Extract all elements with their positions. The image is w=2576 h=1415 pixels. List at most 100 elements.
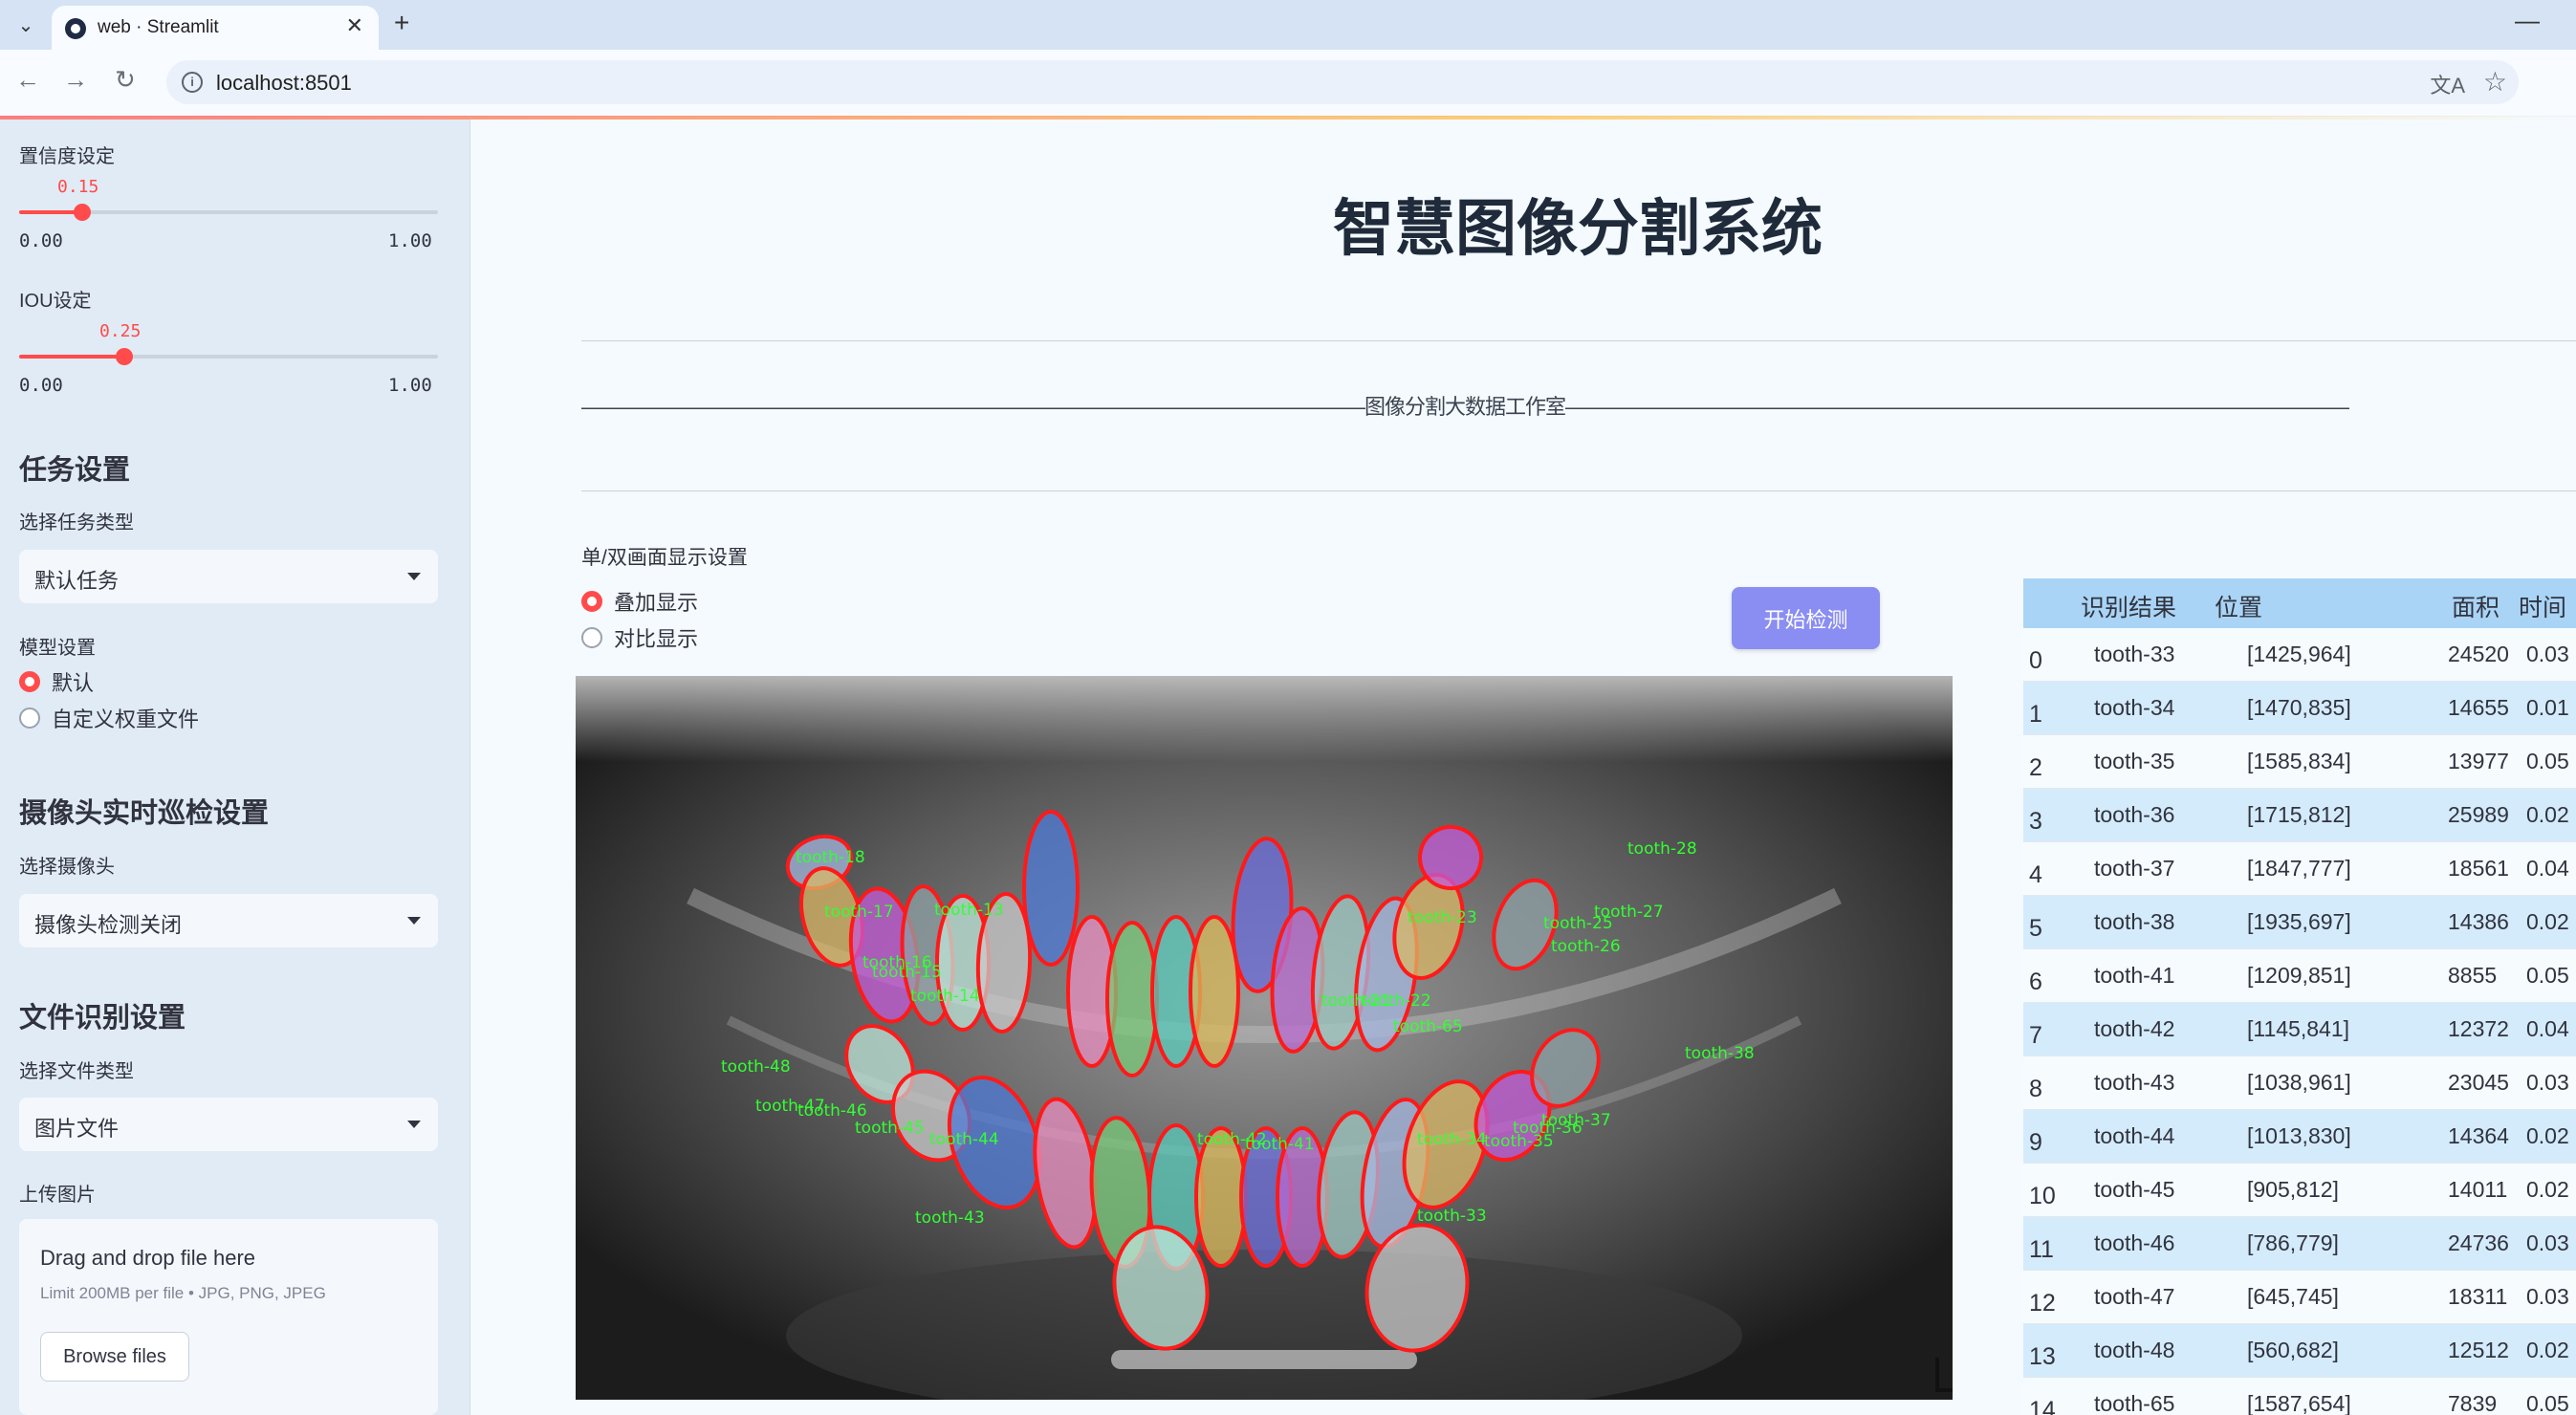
tooth-label: tooth-46 (797, 1101, 867, 1121)
start-detection-button[interactable]: 开始检测 (1732, 587, 1880, 649)
cell-position: [560,682] (2247, 1338, 2339, 1362)
cell-time: 0.02 (2526, 802, 2569, 827)
tooth-label: tooth-48 (721, 1057, 791, 1077)
table-row[interactable]: 12 tooth-47 [645,745] 18311 0.03 (2023, 1271, 2576, 1324)
conf-slider-value: 0.15 (57, 177, 99, 197)
forward-arrow-icon[interactable]: → (63, 65, 88, 95)
table-row[interactable]: 6 tooth-41 [1209,851] 8855 0.05 (2023, 949, 2576, 1003)
tooth-label: tooth-37 (1541, 1111, 1611, 1130)
cell-area: 24736 (2448, 1230, 2509, 1255)
window-minimize-icon[interactable]: — (2515, 6, 2540, 35)
table-row[interactable]: 2 tooth-35 [1585,834] 13977 0.05 (2023, 735, 2576, 789)
site-info-icon[interactable]: i (182, 72, 203, 93)
task-type-value: 默认任务 (34, 569, 120, 593)
resize-handle-icon (1935, 1358, 1953, 1392)
camera-label: 选择摄像头 (19, 857, 115, 878)
display-radio-overlay[interactable]: 叠加显示 (581, 587, 698, 616)
tooth-label: tooth-44 (929, 1130, 999, 1149)
cell-result: tooth-36 (2094, 802, 2175, 827)
tooth-label: tooth-18 (796, 848, 865, 867)
table-row[interactable]: 0 tooth-33 [1425,964] 24520 0.03 (2023, 628, 2576, 682)
cell-result: tooth-45 (2094, 1177, 2175, 1202)
header-position: 位置 (2215, 595, 2263, 621)
task-type-select[interactable]: 默认任务 (19, 550, 438, 603)
row-index: 11 (2029, 1236, 2054, 1263)
row-index: 13 (2029, 1343, 2056, 1370)
model-radio-custom[interactable]: 自定义权重文件 (19, 704, 199, 732)
cell-time: 0.03 (2526, 1070, 2569, 1095)
cell-result: tooth-65 (2094, 1391, 2175, 1415)
tooth-label: tooth-65 (1393, 1017, 1463, 1036)
new-tab-plus-icon[interactable]: + (394, 8, 409, 38)
table-row[interactable]: 5 tooth-38 [1935,697] 14386 0.02 (2023, 896, 2576, 949)
cell-area: 8855 (2448, 963, 2498, 988)
bookmark-star-icon[interactable]: ☆ (2483, 66, 2507, 98)
table-row[interactable]: 11 tooth-46 [786,779] 24736 0.03 (2023, 1217, 2576, 1271)
table-row[interactable]: 1 tooth-34 [1470,835] 14655 0.01 (2023, 682, 2576, 735)
table-row[interactable]: 8 tooth-43 [1038,961] 23045 0.03 (2023, 1056, 2576, 1110)
radio-selected-icon[interactable] (19, 671, 40, 692)
radio-unselected-icon[interactable] (19, 708, 40, 729)
tab-title: web · Streamlit (98, 17, 219, 37)
camera-select[interactable]: 摄像头检测关闭 (19, 894, 438, 947)
row-index: 5 (2029, 915, 2042, 942)
model-radio-default[interactable]: 默认 (19, 667, 94, 696)
cell-position: [1847,777] (2247, 856, 2351, 881)
table-row[interactable]: 7 tooth-42 [1145,841] 12372 0.04 (2023, 1003, 2576, 1056)
tooth-label: tooth-14 (910, 987, 980, 1006)
cell-position: [1013,830] (2247, 1123, 2351, 1148)
row-index: 7 (2029, 1022, 2042, 1049)
table-row[interactable]: 9 tooth-44 [1013,830] 14364 0.02 (2023, 1110, 2576, 1164)
row-index: 0 (2029, 647, 2042, 674)
conf-label: 置信度设定 (19, 146, 115, 167)
url-text[interactable]: localhost:8501 (216, 71, 352, 96)
tab-search-chevron-icon[interactable]: ⌄ (10, 10, 42, 40)
display-radio-compare[interactable]: 对比显示 (581, 623, 698, 652)
row-index: 12 (2029, 1290, 2056, 1317)
tooth-label: tooth-22 (1362, 991, 1431, 1011)
cell-area: 18561 (2448, 856, 2509, 881)
iou-slider-value: 0.25 (99, 321, 142, 341)
file-type-select[interactable]: 图片文件 (19, 1098, 438, 1151)
cell-area: 14011 (2448, 1177, 2508, 1202)
browser-tab[interactable]: web · Streamlit ✕ (52, 6, 379, 50)
back-arrow-icon[interactable]: ← (15, 65, 40, 95)
cell-position: [1935,697] (2247, 909, 2351, 934)
reload-icon[interactable]: ↻ (115, 65, 136, 95)
tooth-label: tooth-43 (915, 1208, 985, 1228)
row-index: 3 (2029, 808, 2042, 835)
file-dropzone[interactable]: Drag and drop file here Limit 200MB per … (19, 1219, 438, 1415)
table-row[interactable]: 13 tooth-48 [560,682] 12512 0.02 (2023, 1324, 2576, 1378)
translate-icon[interactable]: 文A (2430, 69, 2465, 99)
browse-files-button[interactable]: Browse files (40, 1332, 189, 1382)
cell-area: 12372 (2448, 1016, 2509, 1041)
table-row[interactable]: 14 tooth-65 [1587,654] 7839 0.05 (2023, 1378, 2576, 1415)
tooth-label: tooth-28 (1627, 839, 1697, 859)
tooth-label: tooth-25 (1543, 914, 1613, 933)
model-option-label: 默认 (52, 671, 95, 695)
model-label: 模型设置 (19, 638, 96, 659)
radio-selected-icon[interactable] (581, 591, 602, 612)
divider (581, 340, 2576, 341)
display-mode-label: 单/双画面显示设置 (581, 547, 748, 569)
tab-close-icon[interactable]: ✕ (346, 13, 363, 38)
tooth-label: tooth-17 (824, 903, 894, 922)
cell-position: [905,812] (2247, 1177, 2339, 1202)
conf-slider[interactable] (19, 204, 438, 221)
chevron-down-icon (407, 1121, 421, 1128)
iou-slider-thumb[interactable] (115, 348, 133, 365)
results-table[interactable]: 识别结果 位置 面积 时间 0 tooth-33 [1425,964] 24520 0.… (2023, 578, 2576, 1415)
row-index: 10 (2029, 1183, 2056, 1209)
table-row[interactable]: 10 tooth-45 [905,812] 14011 0.02 (2023, 1164, 2576, 1217)
address-bar[interactable]: i localhost:8501 文A ☆ (166, 60, 2519, 104)
dropzone-limit: Limit 200MB per file • JPG, PNG, JPEG (40, 1284, 326, 1302)
iou-slider[interactable] (19, 348, 438, 365)
conf-slider-thumb[interactable] (73, 204, 91, 221)
cell-result: tooth-43 (2094, 1070, 2175, 1095)
cell-area: 13977 (2448, 749, 2509, 773)
cell-position: [1145,841] (2247, 1016, 2350, 1041)
table-row[interactable]: 3 tooth-36 [1715,812] 25989 0.02 (2023, 789, 2576, 842)
cell-result: tooth-48 (2094, 1338, 2175, 1362)
table-row[interactable]: 4 tooth-37 [1847,777] 18561 0.04 (2023, 842, 2576, 896)
radio-unselected-icon[interactable] (581, 627, 602, 648)
